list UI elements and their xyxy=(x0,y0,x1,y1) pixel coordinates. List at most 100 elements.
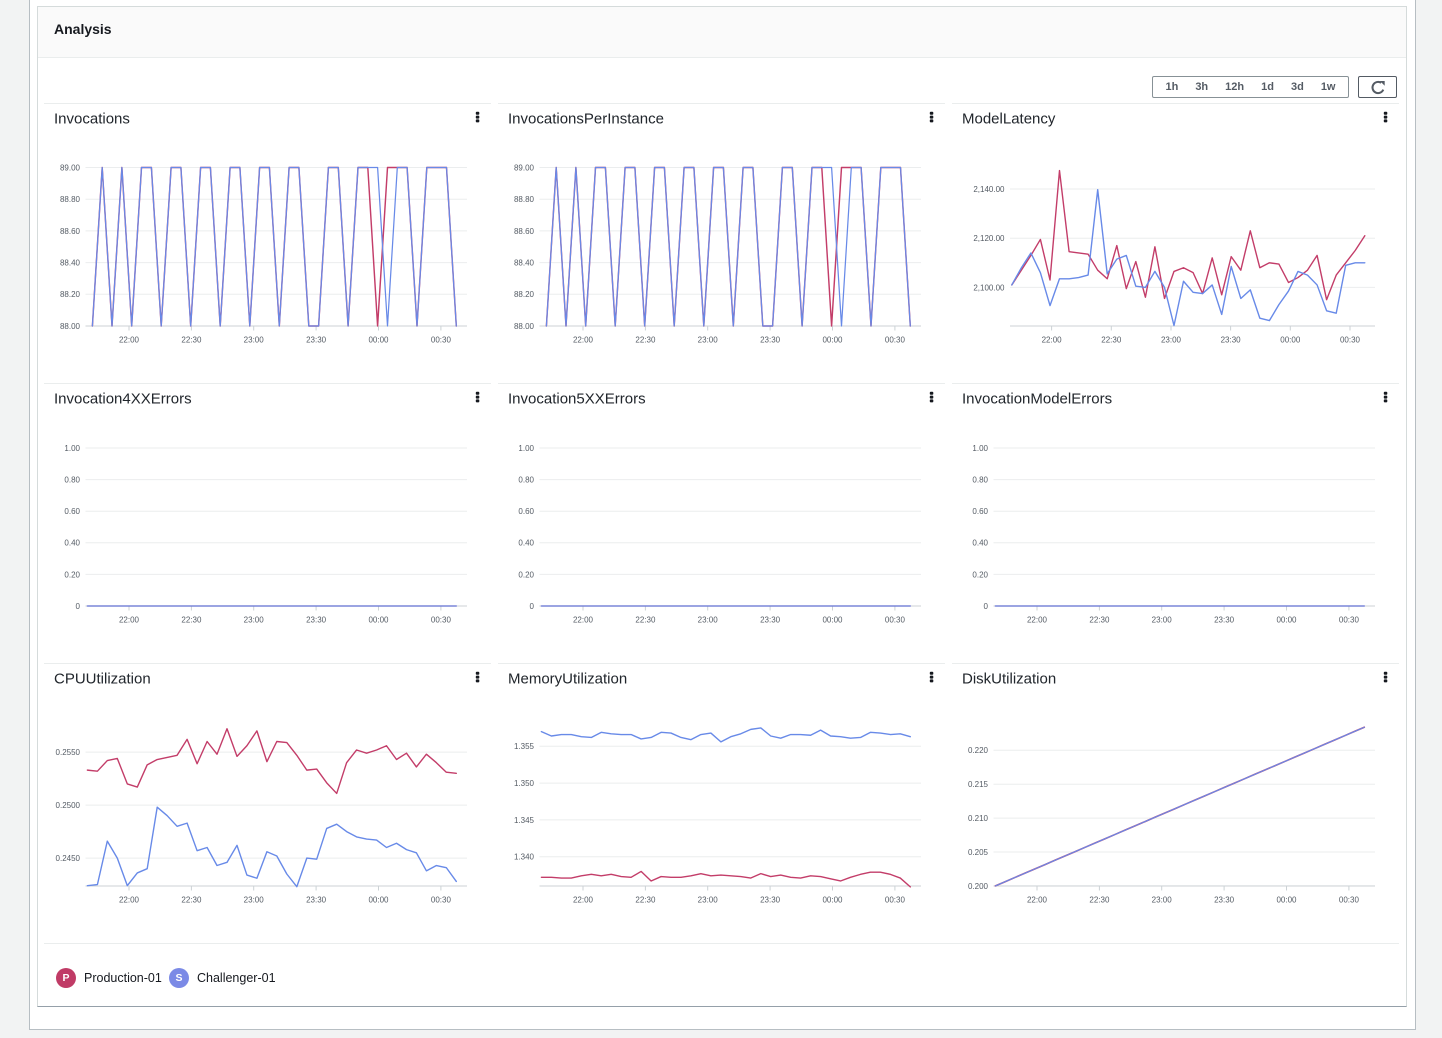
svg-text:22:00: 22:00 xyxy=(1027,896,1048,905)
svg-text:0.20: 0.20 xyxy=(518,570,534,579)
svg-text:0.60: 0.60 xyxy=(64,507,80,516)
svg-text:89.00: 89.00 xyxy=(514,163,535,172)
svg-text:CPUUtilization: CPUUtilization xyxy=(54,671,151,688)
svg-text:0.2450: 0.2450 xyxy=(56,854,81,863)
svg-text:23:00: 23:00 xyxy=(698,336,719,345)
svg-text:1.355: 1.355 xyxy=(514,742,535,751)
svg-text:00:00: 00:00 xyxy=(368,616,389,625)
svg-text:23:00: 23:00 xyxy=(1152,616,1173,625)
svg-text:0.80: 0.80 xyxy=(518,476,534,485)
svg-text:0.40: 0.40 xyxy=(64,539,80,548)
svg-text:88.00: 88.00 xyxy=(60,322,81,331)
svg-text:22:30: 22:30 xyxy=(635,336,656,345)
svg-text:22:30: 22:30 xyxy=(635,616,656,625)
svg-text:0.20: 0.20 xyxy=(972,570,988,579)
svg-text:00:00: 00:00 xyxy=(368,896,389,905)
svg-text:00:30: 00:30 xyxy=(1340,336,1361,345)
svg-text:0: 0 xyxy=(530,602,535,611)
svg-text:23:30: 23:30 xyxy=(1214,896,1235,905)
svg-text:00:30: 00:30 xyxy=(1339,616,1360,625)
svg-text:22:30: 22:30 xyxy=(181,616,202,625)
svg-text:0.80: 0.80 xyxy=(972,476,988,485)
svg-text:22:30: 22:30 xyxy=(635,896,656,905)
svg-text:0: 0 xyxy=(984,602,989,611)
svg-text:0: 0 xyxy=(76,602,81,611)
svg-text:2,120.00: 2,120.00 xyxy=(973,234,1005,243)
svg-text:0.40: 0.40 xyxy=(972,539,988,548)
svg-text:0.60: 0.60 xyxy=(518,507,534,516)
svg-text:23:00: 23:00 xyxy=(244,336,265,345)
svg-text:22:00: 22:00 xyxy=(119,616,140,625)
svg-text:1.340: 1.340 xyxy=(514,853,535,862)
svg-text:22:30: 22:30 xyxy=(181,336,202,345)
svg-text:23:30: 23:30 xyxy=(760,336,781,345)
svg-text:0.20: 0.20 xyxy=(64,570,80,579)
svg-text:Invocation4XXErrors: Invocation4XXErrors xyxy=(54,391,192,408)
svg-text:23:00: 23:00 xyxy=(244,616,265,625)
svg-text:88.20: 88.20 xyxy=(514,290,535,299)
svg-text:00:30: 00:30 xyxy=(431,336,452,345)
svg-text:22:30: 22:30 xyxy=(1089,896,1110,905)
svg-text:DiskUtilization: DiskUtilization xyxy=(962,671,1056,688)
svg-text:2,100.00: 2,100.00 xyxy=(973,283,1005,292)
svg-text:1.350: 1.350 xyxy=(514,779,535,788)
svg-text:23:30: 23:30 xyxy=(760,616,781,625)
svg-text:0.60: 0.60 xyxy=(972,507,988,516)
svg-text:00:30: 00:30 xyxy=(885,616,906,625)
svg-text:MemoryUtilization: MemoryUtilization xyxy=(508,671,627,688)
svg-text:88.80: 88.80 xyxy=(514,195,535,204)
svg-text:0.215: 0.215 xyxy=(968,780,989,789)
svg-text:23:00: 23:00 xyxy=(698,616,719,625)
svg-text:23:00: 23:00 xyxy=(244,896,265,905)
svg-text:22:00: 22:00 xyxy=(119,896,140,905)
svg-text:1.00: 1.00 xyxy=(972,444,988,453)
svg-text:23:00: 23:00 xyxy=(698,896,719,905)
svg-text:0.205: 0.205 xyxy=(968,848,989,857)
svg-text:Invocation5XXErrors: Invocation5XXErrors xyxy=(508,391,646,408)
svg-text:23:30: 23:30 xyxy=(306,616,327,625)
svg-text:22:00: 22:00 xyxy=(1027,616,1048,625)
svg-text:88.20: 88.20 xyxy=(60,290,81,299)
svg-text:0.2550: 0.2550 xyxy=(56,748,81,757)
svg-text:ModelLatency: ModelLatency xyxy=(962,111,1056,128)
svg-text:22:00: 22:00 xyxy=(119,336,140,345)
svg-text:23:30: 23:30 xyxy=(306,336,327,345)
svg-text:22:00: 22:00 xyxy=(573,896,594,905)
svg-text:00:30: 00:30 xyxy=(431,616,452,625)
svg-text:00:00: 00:00 xyxy=(822,896,843,905)
svg-text:0.210: 0.210 xyxy=(968,814,989,823)
svg-text:00:30: 00:30 xyxy=(885,896,906,905)
svg-text:88.40: 88.40 xyxy=(60,259,81,268)
svg-text:Invocations: Invocations xyxy=(54,111,130,128)
svg-text:InvocationsPerInstance: InvocationsPerInstance xyxy=(508,111,664,128)
svg-text:00:00: 00:00 xyxy=(822,616,843,625)
svg-text:88.60: 88.60 xyxy=(514,227,535,236)
svg-text:23:30: 23:30 xyxy=(306,896,327,905)
svg-text:00:00: 00:00 xyxy=(368,336,389,345)
svg-text:22:30: 22:30 xyxy=(1101,336,1122,345)
svg-text:0.200: 0.200 xyxy=(968,882,989,891)
svg-text:22:30: 22:30 xyxy=(181,896,202,905)
svg-text:00:30: 00:30 xyxy=(885,336,906,345)
svg-text:InvocationModelErrors: InvocationModelErrors xyxy=(962,391,1112,408)
svg-text:00:30: 00:30 xyxy=(1339,896,1360,905)
svg-text:00:00: 00:00 xyxy=(1276,896,1297,905)
svg-text:23:30: 23:30 xyxy=(1221,336,1242,345)
svg-text:00:00: 00:00 xyxy=(822,336,843,345)
svg-text:1.345: 1.345 xyxy=(514,816,535,825)
svg-text:22:00: 22:00 xyxy=(1042,336,1063,345)
svg-text:0.220: 0.220 xyxy=(968,746,989,755)
svg-text:23:30: 23:30 xyxy=(1214,616,1235,625)
svg-text:89.00: 89.00 xyxy=(60,163,81,172)
svg-text:22:00: 22:00 xyxy=(573,336,594,345)
svg-text:22:30: 22:30 xyxy=(1089,616,1110,625)
svg-text:00:30: 00:30 xyxy=(431,896,452,905)
svg-text:00:00: 00:00 xyxy=(1276,616,1297,625)
svg-text:0.2500: 0.2500 xyxy=(56,801,81,810)
svg-text:1.00: 1.00 xyxy=(64,444,80,453)
svg-text:23:00: 23:00 xyxy=(1152,896,1173,905)
svg-text:22:00: 22:00 xyxy=(573,616,594,625)
svg-text:0.40: 0.40 xyxy=(518,539,534,548)
svg-text:88.60: 88.60 xyxy=(60,227,81,236)
svg-text:00:00: 00:00 xyxy=(1280,336,1301,345)
